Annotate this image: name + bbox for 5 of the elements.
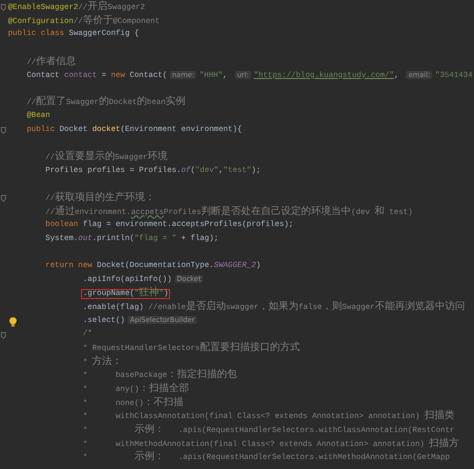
fold-icon[interactable] <box>1 127 6 134</box>
fold-icon[interactable] <box>1 195 6 202</box>
lightbulb-icon[interactable] <box>9 316 17 327</box>
fold-icon[interactable] <box>1 4 6 12</box>
fold-icon[interactable] <box>1 332 6 339</box>
